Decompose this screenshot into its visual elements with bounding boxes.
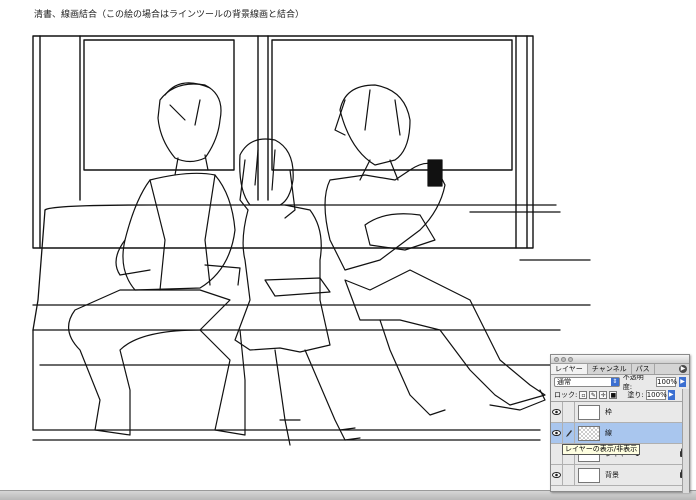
tab-channels[interactable]: チャンネル	[588, 364, 632, 374]
fill-field[interactable]: 100%	[645, 390, 667, 400]
zoom-window-icon[interactable]	[568, 357, 573, 362]
blend-mode-select[interactable]: 通常 ⇕	[554, 377, 620, 387]
layer-name[interactable]: 線	[605, 428, 612, 438]
layer-link-cell[interactable]	[563, 464, 575, 486]
tab-paths[interactable]: パス	[632, 364, 655, 374]
eye-icon[interactable]	[551, 401, 563, 423]
eye-icon[interactable]	[551, 464, 563, 486]
opacity-slider-button[interactable]: ▶	[679, 377, 686, 387]
fill-label: 塗り:	[627, 391, 644, 399]
visibility-tooltip: レイヤーの表示/非表示	[562, 444, 641, 455]
fill-slider-button[interactable]: ▶	[667, 390, 675, 400]
layers-palette[interactable]: レイヤー チャンネル パス ▶ 通常 ⇕ 不透明度: 100% ▶ ロック: ▫…	[550, 354, 690, 493]
blend-opacity-row: 通常 ⇕ 不透明度: 100% ▶	[551, 373, 689, 391]
bench	[32, 204, 591, 441]
blend-mode-value: 通常	[557, 378, 571, 386]
opacity-label: 不透明度:	[622, 373, 644, 391]
palette-tabs: レイヤー チャンネル パス ▶	[551, 364, 689, 375]
lock-label: ロック:	[554, 391, 578, 399]
opacity-field[interactable]: 100%	[656, 377, 677, 387]
close-window-icon[interactable]	[554, 357, 559, 362]
layers-scrollbar[interactable]	[682, 389, 689, 493]
brush-icon[interactable]: ✎	[589, 391, 598, 399]
eye-icon[interactable]	[551, 422, 563, 444]
lock-all-icon[interactable]: ■	[609, 391, 618, 399]
layer-name[interactable]: 背景	[605, 470, 619, 480]
minimize-window-icon[interactable]	[561, 357, 566, 362]
brush-icon[interactable]	[563, 422, 575, 444]
window-frame	[32, 35, 534, 249]
layer-thumbnail	[578, 404, 600, 420]
layer-thumbnail	[578, 467, 600, 483]
layer-thumbnail	[578, 425, 600, 441]
lock-fill-row: ロック: ▫ ✎ ✛ ■ 塗り: 100% ▶	[551, 389, 689, 402]
chevron-down-icon: ⇕	[610, 378, 619, 386]
layer-link-cell[interactable]	[563, 401, 575, 423]
move-icon[interactable]: ✛	[599, 391, 608, 399]
layer-row-frame[interactable]: 枠	[551, 401, 689, 423]
left-boy-figure	[68, 82, 246, 436]
layer-row-line[interactable]: 線	[551, 422, 689, 444]
layer-name[interactable]: 枠	[605, 407, 612, 417]
palette-menu-button[interactable]: ▶	[679, 365, 687, 373]
lock-transparency-icon[interactable]: ▫	[579, 391, 588, 399]
palette-titlebar[interactable]	[551, 355, 689, 364]
layer-row-background[interactable]: 背景	[551, 464, 689, 486]
middle-girl-figure	[234, 138, 361, 446]
tab-layers[interactable]: レイヤー	[551, 364, 588, 374]
